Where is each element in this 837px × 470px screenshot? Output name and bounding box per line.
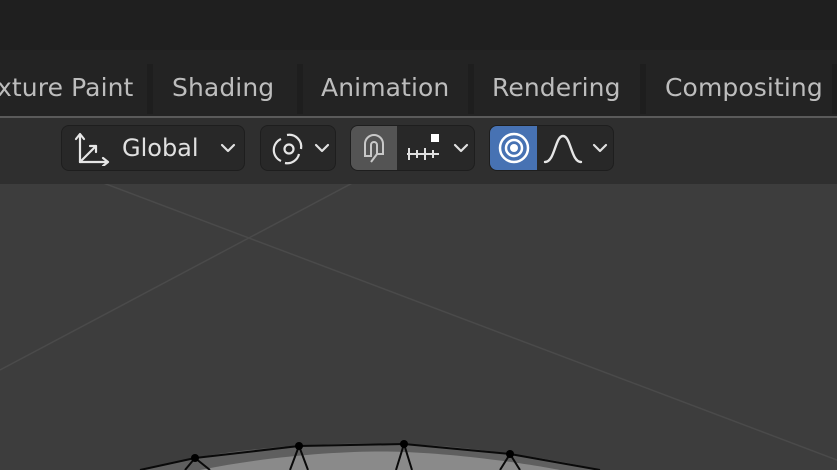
pivot-point-dropdown[interactable] — [260, 125, 336, 171]
tab-shading[interactable]: Shading — [172, 62, 274, 114]
tab-separator — [832, 64, 837, 114]
tab-separator — [297, 64, 303, 114]
proportional-editing-toggle[interactable] — [490, 126, 537, 170]
snap-increment-icon — [407, 134, 439, 160]
proportional-editing-group — [489, 125, 614, 171]
viewport-grid-lines — [0, 184, 837, 461]
tab-texture-paint[interactable]: xture Paint — [0, 62, 133, 114]
pivot-point-icon — [267, 126, 311, 170]
chevron-down-icon — [311, 126, 333, 170]
falloff-curve-icon — [543, 134, 583, 164]
proportional-editing-icon — [498, 132, 529, 164]
tab-separator — [640, 64, 646, 114]
snap-toggle-button[interactable] — [351, 126, 397, 170]
transform-orientation-dropdown[interactable]: Global — [61, 125, 245, 171]
chevron-down-icon[interactable] — [449, 126, 473, 170]
falloff-button[interactable] — [538, 126, 588, 170]
orientation-value: Global — [122, 126, 212, 170]
magnet-snap-icon — [364, 134, 384, 163]
tab-compositing[interactable]: Compositing — [665, 62, 823, 114]
tab-separator — [468, 64, 474, 114]
snapping-group — [350, 125, 475, 171]
viewport-header-toolbar: Global — [0, 118, 837, 184]
mesh-object — [139, 440, 601, 470]
tab-separator — [147, 64, 153, 114]
tab-animation[interactable]: Animation — [321, 62, 449, 114]
orientation-label: Global — [122, 134, 199, 162]
tab-rendering[interactable]: Rendering — [492, 62, 621, 114]
3d-viewport[interactable] — [0, 184, 837, 470]
chevron-down-icon[interactable] — [588, 126, 612, 170]
window-top-bar — [0, 0, 837, 50]
workspace-tabs-bar: xture Paint Shading Animation Rendering … — [0, 50, 837, 118]
transform-axes-icon — [70, 126, 114, 170]
snap-target-button[interactable] — [397, 126, 449, 170]
chevron-down-icon — [216, 126, 240, 170]
